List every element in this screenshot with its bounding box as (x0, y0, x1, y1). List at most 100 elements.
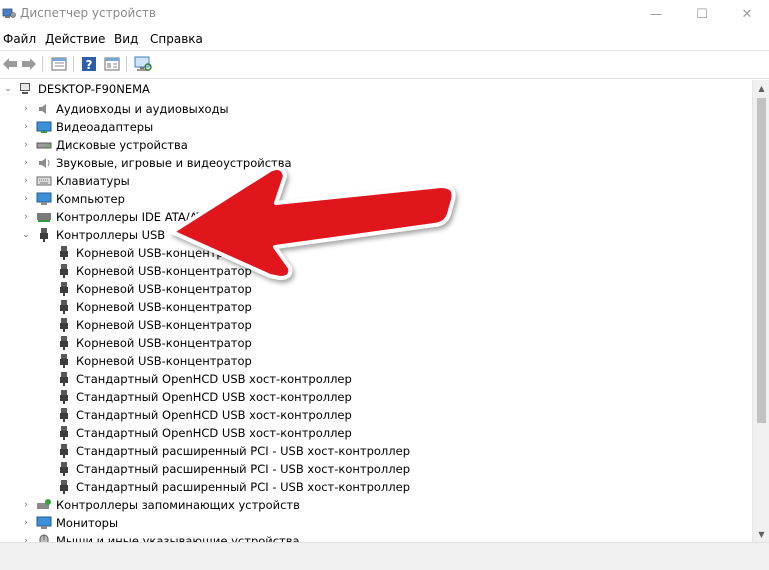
maximize-button[interactable]: ☐ (679, 0, 725, 28)
usb-plug-icon (56, 317, 72, 333)
usb-plug-icon (56, 281, 72, 297)
usb-device-item[interactable]: Стандартный OpenHCD USB хост-контроллер (56, 370, 352, 388)
back-arrow-icon[interactable] (1, 55, 19, 73)
speaker-icon (36, 155, 52, 171)
chevron-right-icon[interactable]: › (20, 190, 32, 208)
usb-device-label: Корневой USB-концентратор (76, 246, 252, 260)
usb-plug-icon (56, 299, 72, 315)
scroll-up-icon[interactable]: ▲ (753, 80, 769, 96)
computer-icon (36, 191, 52, 207)
usb-device-item[interactable]: Стандартный расширенный PCI - USB хост-к… (56, 478, 410, 496)
update-driver-icon[interactable] (103, 55, 121, 73)
tree-category-label: Мониторы (56, 516, 119, 530)
computer-icon (18, 81, 34, 97)
usb-device-item[interactable]: Стандартный расширенный PCI - USB хост-к… (56, 442, 410, 460)
menu-bar: Файл Действие Вид Справка (0, 29, 769, 49)
help-icon[interactable]: ? (80, 55, 98, 73)
usb-plug-icon (56, 335, 72, 351)
tree-category-usb[interactable]: ⌄ Контроллеры USB (20, 226, 165, 244)
forward-arrow-icon[interactable] (20, 55, 38, 73)
usb-device-label: Корневой USB-концентратор (76, 282, 252, 296)
usb-device-label: Стандартный расширенный PCI - USB хост-к… (76, 462, 411, 476)
storage-controller-icon (36, 497, 52, 513)
keyboard-icon (36, 173, 52, 189)
usb-device-item[interactable]: Корневой USB-концентратор (56, 352, 252, 370)
tree-category[interactable]: › Видеоадаптеры (20, 118, 153, 136)
audio-icon (36, 101, 52, 117)
toolbar-separator (126, 56, 127, 72)
minimize-button[interactable]: — (633, 0, 679, 28)
tree-category[interactable]: › Контроллеры запоминающих устройств (20, 496, 300, 514)
tree-category-label: Дисковые устройства (56, 138, 188, 152)
chevron-right-icon[interactable]: › (20, 496, 32, 514)
scroll-thumb[interactable] (757, 98, 766, 423)
usb-plug-icon (56, 389, 72, 405)
menu-help[interactable]: Справка (148, 31, 205, 47)
usb-device-item[interactable]: Корневой USB-концентратор (56, 316, 252, 334)
vertical-scrollbar[interactable]: ▲ ▼ (752, 80, 769, 542)
menu-view[interactable]: Вид (112, 31, 140, 47)
chevron-right-icon[interactable]: › (20, 514, 32, 532)
tree-category[interactable]: › Аудиовходы и аудиовыходы (20, 100, 228, 118)
chevron-right-icon[interactable]: › (20, 154, 32, 172)
chevron-right-icon[interactable]: › (20, 118, 32, 136)
toolbar-separator (73, 56, 74, 72)
usb-device-label: Стандартный OpenHCD USB хост-контроллер (76, 372, 352, 386)
usb-device-label: Корневой USB-концентратор (76, 264, 252, 278)
ide-controller-icon (36, 209, 52, 225)
chevron-right-icon[interactable]: › (20, 532, 32, 542)
usb-device-label: Стандартный OpenHCD USB хост-контроллер (76, 390, 352, 404)
mouse-icon (36, 533, 52, 542)
tree-category-label: Видеоадаптеры (56, 120, 154, 134)
scroll-down-icon[interactable]: ▼ (753, 526, 769, 542)
properties-grid-icon[interactable] (50, 55, 68, 73)
horizontal-scrollbar[interactable] (0, 542, 769, 570)
usb-device-item[interactable]: Корневой USB-концентратор (56, 334, 252, 352)
tree-root-label: DESKTOP-F90NEMA (38, 82, 150, 96)
usb-device-label: Корневой USB-концентратор (76, 336, 252, 350)
tree-category-label: Компьютер (56, 192, 125, 206)
chevron-down-icon[interactable]: ⌄ (2, 80, 14, 98)
usb-plug-icon (56, 245, 72, 261)
usb-plug-icon (56, 353, 72, 369)
usb-device-label: Стандартный OpenHCD USB хост-контроллер (76, 426, 352, 440)
usb-device-label: Корневой USB-концентратор (76, 300, 252, 314)
chevron-down-icon[interactable]: ⌄ (20, 226, 32, 244)
usb-device-label: Корневой USB-концентратор (76, 318, 252, 332)
menu-file[interactable]: Файл (1, 31, 38, 47)
usb-device-item[interactable]: Стандартный OpenHCD USB хост-контроллер (56, 424, 352, 442)
usb-plug-icon (56, 263, 72, 279)
usb-device-item[interactable]: Корневой USB-концентратор (56, 298, 252, 316)
chevron-right-icon[interactable]: › (20, 136, 32, 154)
usb-device-label: Стандартный расширенный PCI - USB хост-к… (76, 444, 411, 458)
usb-plug-icon (56, 407, 72, 423)
tree-category[interactable]: › Звуковые, игровые и видеоустройства (20, 154, 291, 172)
tree-category[interactable]: › Мыши и иные указывающие устройства (20, 532, 300, 542)
usb-device-item[interactable]: Стандартный OpenHCD USB хост-контроллер (56, 406, 352, 424)
tree-category-label: Контроллеры запоминающих устройств (56, 498, 300, 512)
chevron-right-icon[interactable]: › (20, 100, 32, 118)
tree-category-label: Мыши и иные указывающие устройства (56, 534, 300, 542)
usb-device-item[interactable]: Стандартный расширенный PCI - USB хост-к… (56, 460, 410, 478)
tree-root[interactable]: ⌄ DESKTOP-F90NEMA (2, 80, 150, 98)
device-tree[interactable]: ⌄ DESKTOP-F90NEMA › Аудиовходы и аудиовы… (0, 80, 752, 542)
window-title: Диспетчер устройств (20, 6, 157, 20)
tree-category[interactable]: › Компьютер (20, 190, 125, 208)
usb-device-item[interactable]: Стандартный OpenHCD USB хост-контроллер (56, 388, 352, 406)
tree-category[interactable]: › Контроллеры IDE ATA/AT (20, 208, 204, 226)
usb-device-item[interactable]: Корневой USB-концентратор (56, 280, 252, 298)
toolbar: ? (0, 50, 769, 79)
tree-category[interactable]: › Клавиатуры (20, 172, 130, 190)
chevron-right-icon[interactable]: › (20, 172, 32, 190)
close-button[interactable]: ✕ (724, 0, 769, 28)
usb-device-item[interactable]: Корневой USB-концентратор (56, 244, 252, 262)
chevron-right-icon[interactable]: › (20, 208, 32, 226)
tree-category[interactable]: › Мониторы (20, 514, 118, 532)
title-bar: Диспетчер устройств — ☐ ✕ (0, 0, 769, 28)
tree-category-label: Клавиатуры (56, 174, 130, 188)
menu-action[interactable]: Действие (43, 31, 107, 47)
tree-category-label: Контроллеры IDE ATA/AT (56, 210, 204, 224)
scan-monitor-icon[interactable] (134, 55, 152, 73)
tree-category[interactable]: › Дисковые устройства (20, 136, 188, 154)
usb-device-item[interactable]: Корневой USB-концентратор (56, 262, 252, 280)
